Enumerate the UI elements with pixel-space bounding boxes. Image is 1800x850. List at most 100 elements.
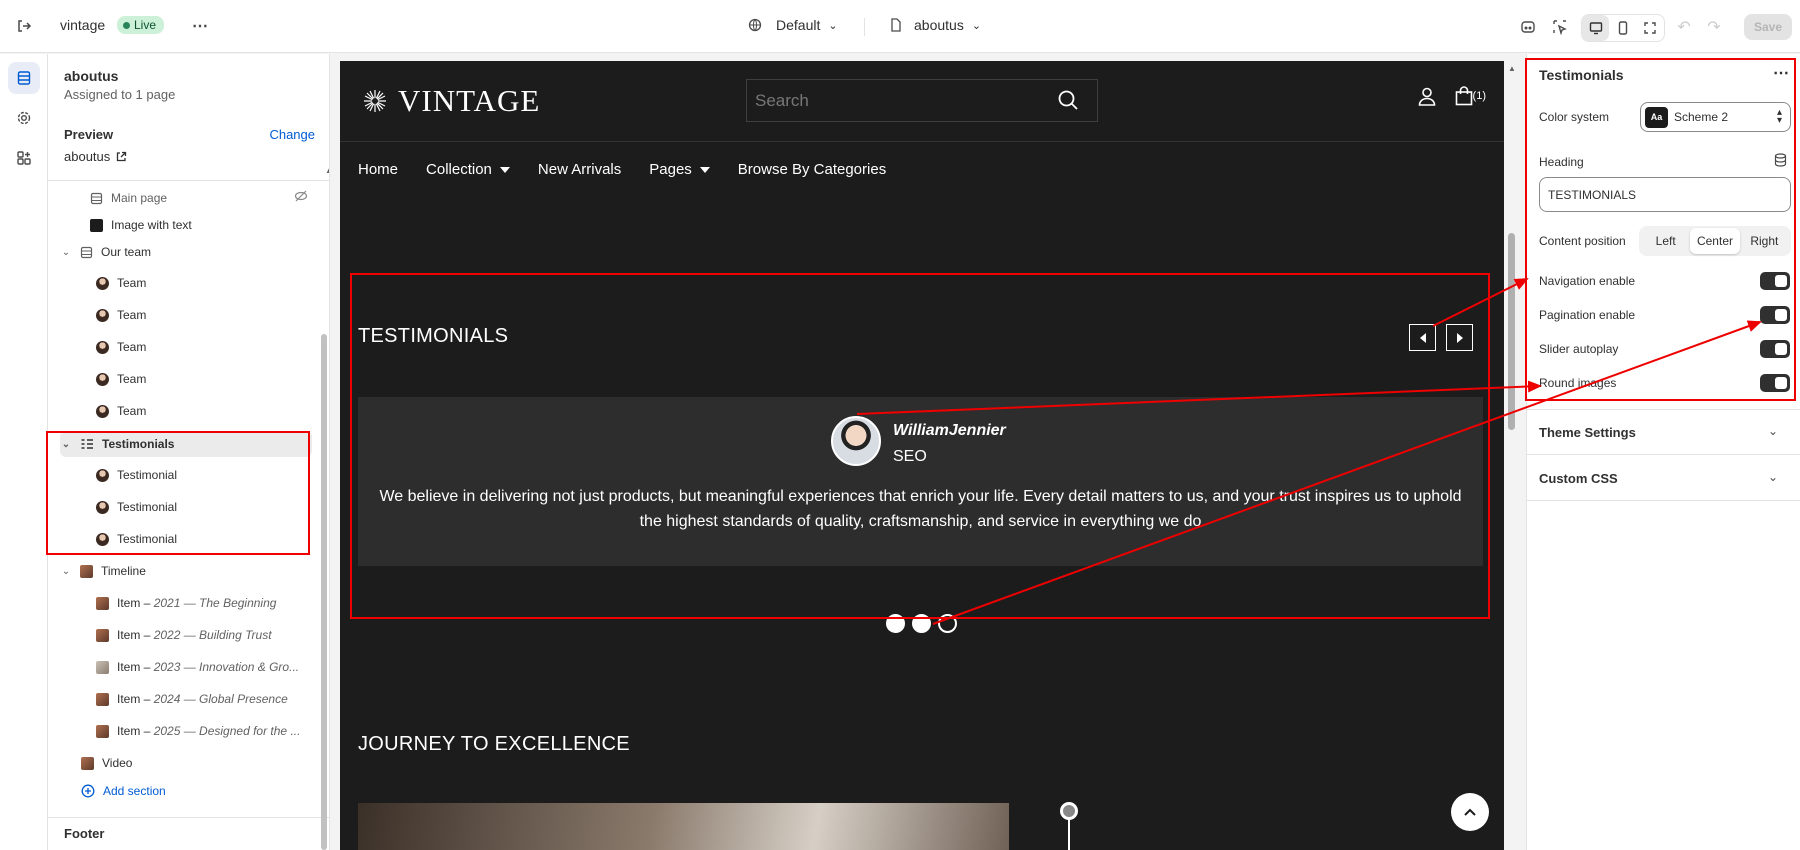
content-position-left[interactable]: Left (1641, 228, 1690, 254)
tree-item-team[interactable]: Team (96, 302, 146, 328)
tree-item-testimonials[interactable]: ⌄ Testimonials (60, 431, 312, 457)
add-section-label: Add section (103, 784, 166, 798)
tree-item-label: Main page (111, 191, 168, 205)
heading-input[interactable]: TESTIMONIALS (1539, 177, 1791, 212)
store-logo[interactable]: VINTAGE (362, 83, 540, 119)
add-section-button[interactable]: Add section (81, 778, 166, 804)
tree-item-timeline-entry[interactable]: Item – 2025 — Designed for the ... (96, 718, 300, 744)
theme-settings-toggle[interactable]: Theme Settings (1539, 425, 1636, 440)
nav-link-pages[interactable]: Pages (649, 161, 710, 178)
sidebar-scrollbar[interactable] (321, 334, 327, 850)
chevron-down-icon: ⌄ (828, 19, 838, 32)
sections-sidebar: aboutus Assigned to 1 page Preview Chang… (48, 54, 330, 850)
section-icon (90, 192, 103, 204)
nav-label: Home (358, 161, 399, 178)
slider-prev-button[interactable] (1409, 324, 1436, 351)
mobile-view-icon[interactable] (1609, 15, 1636, 41)
color-scheme-select[interactable]: Aa Scheme 2 ▴ ▾ (1640, 102, 1791, 132)
tree-item-label: Team (117, 404, 147, 418)
chevron-down-icon[interactable]: ⌄ (1768, 470, 1778, 484)
chevron-down-icon[interactable]: ⌄ (60, 439, 72, 450)
sidebar-divider (48, 817, 329, 818)
tree-item-testimonial[interactable]: Testimonial (96, 526, 177, 552)
page-selector[interactable]: aboutus ⌄ (890, 17, 981, 33)
tree-item-label: Timeline (101, 564, 146, 578)
slider-next-button[interactable] (1446, 324, 1473, 351)
tree-item-image-with-text[interactable]: Image with text (70, 212, 192, 238)
apps-icon[interactable] (8, 142, 40, 174)
theme-selector[interactable]: Default ⌄ (748, 17, 838, 33)
cart-button[interactable]: (1) (1455, 86, 1486, 106)
store-search-input[interactable]: Search (746, 79, 1098, 122)
heading-label: Heading (1539, 155, 1584, 169)
tree-item-team[interactable]: Team (96, 366, 146, 392)
select-element-icon[interactable] (1546, 13, 1574, 41)
tree-item-label: Image with text (111, 218, 192, 232)
more-options-icon[interactable]: ⋯ (1773, 63, 1790, 83)
tree-item-video[interactable]: Video (81, 750, 132, 776)
tree-item-testimonial[interactable]: Testimonial (96, 462, 177, 488)
content-position-right[interactable]: Right (1740, 228, 1789, 254)
canvas-scrollbar[interactable] (1508, 233, 1515, 430)
pagination-dot[interactable] (912, 614, 931, 633)
navigation-enable-label: Navigation enable (1539, 274, 1636, 288)
live-dot-icon (123, 21, 130, 29)
content-position-center[interactable]: Center (1690, 228, 1740, 254)
nav-link-new-arrivals[interactable]: New Arrivals (538, 161, 621, 178)
navigation-enable-toggle[interactable] (1760, 272, 1790, 290)
exit-icon[interactable] (10, 12, 38, 40)
tree-item-our-team[interactable]: ⌄ Our team (60, 239, 151, 265)
chevron-down-icon[interactable]: ⌄ (1768, 424, 1778, 438)
more-options-icon[interactable]: ⋯ (186, 12, 214, 40)
eye-hidden-icon[interactable] (294, 189, 308, 208)
search-icon[interactable] (1057, 89, 1079, 111)
tree-item-label: Team (117, 308, 147, 322)
preview-label: Preview (64, 127, 114, 142)
scroll-up-arrow-icon[interactable]: ▲ (325, 166, 329, 175)
slider-autoplay-toggle[interactable] (1760, 340, 1790, 358)
tree-item-label: Team (117, 340, 147, 354)
nav-link-collection[interactable]: Collection (426, 161, 510, 178)
account-icon[interactable] (1417, 86, 1437, 106)
pagination-enable-toggle[interactable] (1760, 306, 1790, 324)
dynamic-source-icon[interactable] (1774, 153, 1787, 172)
pagination-enable-label: Pagination enable (1539, 308, 1636, 322)
tree-item-timeline-entry[interactable]: Item – 2024 — Global Presence (96, 686, 288, 712)
testimonials-heading: TESTIMONIALS (358, 325, 509, 347)
page-icon (891, 18, 901, 32)
preview-value[interactable]: aboutus (64, 149, 127, 164)
plus-circle-icon (81, 784, 95, 798)
inspector-icon[interactable] (1514, 13, 1542, 41)
fullscreen-view-icon[interactable] (1637, 15, 1664, 41)
tree-item-team[interactable]: Team (96, 270, 146, 296)
tree-item-timeline[interactable]: ⌄ Timeline (60, 558, 146, 584)
chevron-down-icon[interactable]: ⌄ (60, 566, 72, 577)
tree-item-timeline-entry[interactable]: Item – 2021 — The Beginning (96, 590, 276, 616)
color-scheme-value: Scheme 2 (1674, 110, 1729, 124)
change-link[interactable]: Change (269, 127, 315, 142)
undo-icon[interactable]: ↶ (1670, 13, 1698, 41)
redo-icon[interactable]: ↷ (1700, 13, 1728, 41)
tree-item-testimonial[interactable]: Testimonial (96, 494, 177, 520)
timeline-thumbnail-icon (96, 628, 109, 642)
scroll-up-arrow-icon[interactable]: ▲ (1508, 64, 1516, 73)
nav-link-home[interactable]: Home (358, 161, 398, 178)
timeline-item-title: 2021 — The Beginning (153, 596, 277, 610)
save-button[interactable]: Save (1744, 14, 1792, 40)
sections-icon[interactable] (8, 62, 40, 94)
nav-link-browse-by-categories[interactable]: Browse By Categories (738, 161, 886, 178)
chevron-down-icon[interactable]: ⌄ (60, 247, 72, 258)
round-images-toggle[interactable] (1760, 374, 1790, 392)
custom-css-toggle[interactable]: Custom CSS (1539, 471, 1618, 486)
tree-item-timeline-entry[interactable]: Item – 2022 — Building Trust (96, 622, 272, 648)
desktop-view-icon[interactable] (1582, 15, 1610, 41)
journey-heading: JOURNEY TO EXCELLENCE (358, 733, 630, 755)
tree-item-team[interactable]: Team (96, 334, 146, 360)
scroll-to-top-button[interactable] (1451, 793, 1489, 831)
tree-item-timeline-entry[interactable]: Item – 2023 — Innovation & Gro... (96, 654, 299, 680)
pagination-dot[interactable] (938, 614, 957, 633)
settings-gear-icon[interactable] (8, 102, 40, 134)
pagination-dot[interactable] (886, 614, 905, 633)
tree-item-main-page[interactable]: Main page (70, 185, 167, 211)
tree-item-team[interactable]: Team (96, 398, 146, 424)
